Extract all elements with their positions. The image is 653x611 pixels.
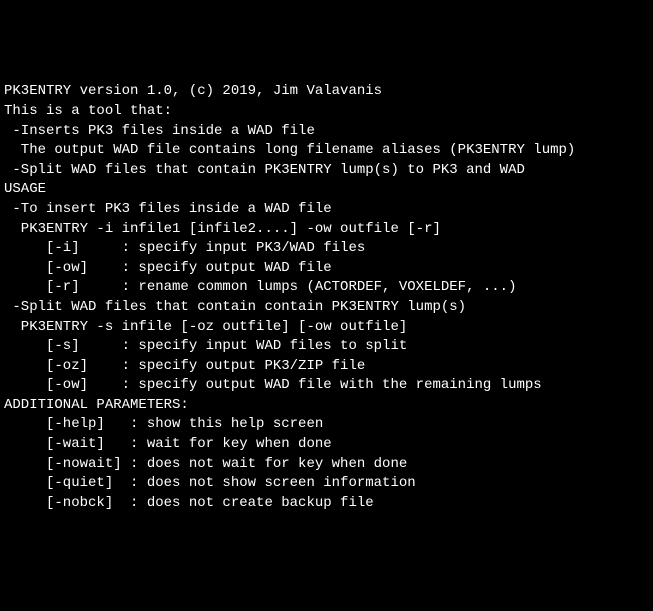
terminal-output: PK3ENTRY version 1.0, (c) 2019, Jim Vala… — [4, 82, 649, 513]
option-line: [-wait] : wait for key when done — [4, 435, 649, 455]
header-line: PK3ENTRY version 1.0, (c) 2019, Jim Vala… — [4, 82, 649, 102]
description-line: -Split WAD files that contain PK3ENTRY l… — [4, 161, 649, 181]
option-line: [-ow] : specify output WAD file — [4, 259, 649, 279]
option-line: [-ow] : specify output WAD file with the… — [4, 376, 649, 396]
section-header: ADDITIONAL PARAMETERS: — [4, 396, 649, 416]
description-line: -Inserts PK3 files inside a WAD file — [4, 122, 649, 142]
option-line: [-i] : specify input PK3/WAD files — [4, 239, 649, 259]
usage-line: PK3ENTRY -s infile [-oz outfile] [-ow ou… — [4, 318, 649, 338]
option-line: [-nobck] : does not create backup file — [4, 494, 649, 514]
description-line: This is a tool that: — [4, 102, 649, 122]
option-line: [-oz] : specify output PK3/ZIP file — [4, 357, 649, 377]
description-line: The output WAD file contains long filena… — [4, 141, 649, 161]
option-line: [-quiet] : does not show screen informat… — [4, 474, 649, 494]
option-line: [-s] : specify input WAD files to split — [4, 337, 649, 357]
option-line: [-r] : rename common lumps (ACTORDEF, VO… — [4, 278, 649, 298]
usage-line: -Split WAD files that contain contain PK… — [4, 298, 649, 318]
option-line: [-nowait] : does not wait for key when d… — [4, 455, 649, 475]
section-header: USAGE — [4, 180, 649, 200]
usage-line: PK3ENTRY -i infile1 [infile2....] -ow ou… — [4, 220, 649, 240]
option-line: [-help] : show this help screen — [4, 415, 649, 435]
usage-line: -To insert PK3 files inside a WAD file — [4, 200, 649, 220]
